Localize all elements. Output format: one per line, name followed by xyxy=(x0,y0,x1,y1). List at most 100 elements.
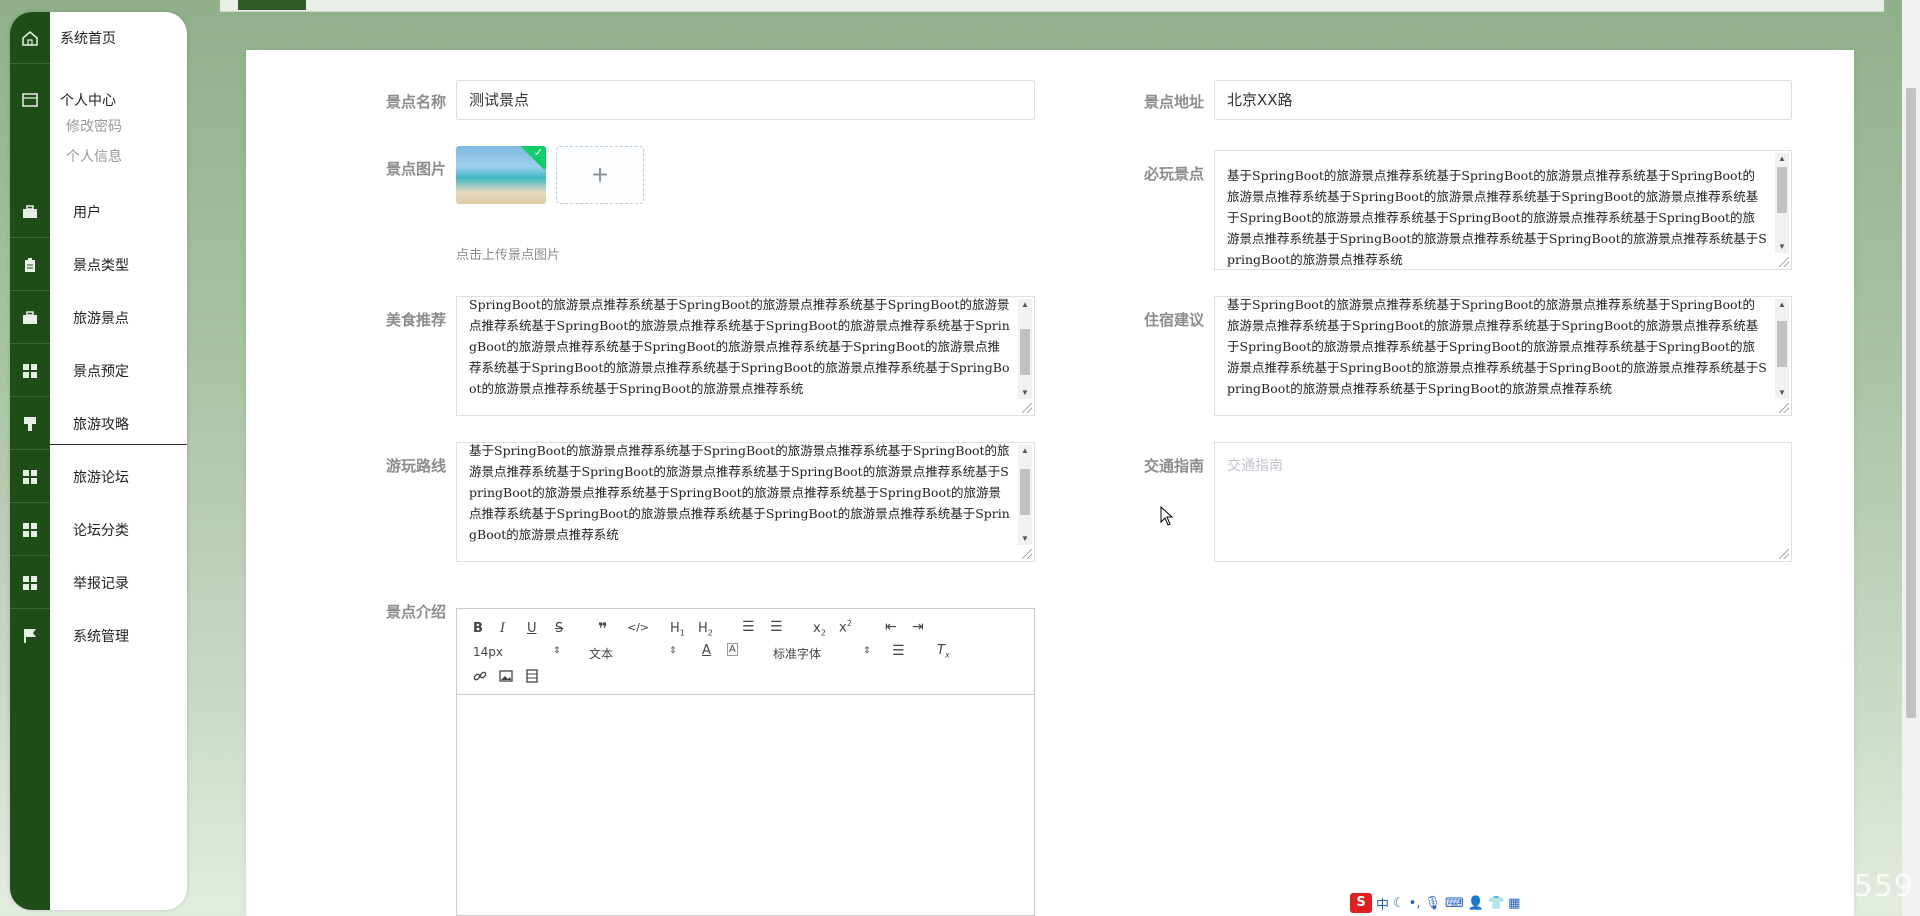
rich-text-editor[interactable]: B I U S ❞ </> H1 H2 ☰ ☰ x2 x2 ⇤ ⇥ 14px ⇕… xyxy=(456,608,1035,916)
heading1-button[interactable]: H1 xyxy=(670,621,685,638)
resize-handle[interactable] xyxy=(1779,549,1789,559)
route-textarea[interactable]: 基于SpringBoot的旅游景点推荐系统基于SpringBoot的旅游景点推荐… xyxy=(456,442,1035,562)
punctuation-icon[interactable]: •, xyxy=(1409,896,1421,911)
grid-icon xyxy=(10,504,50,556)
sidebar-item-label: 系统首页 xyxy=(60,31,116,47)
sidebar-item-reports[interactable]: 举报记录 xyxy=(10,557,187,609)
superscript-button[interactable]: x2 xyxy=(839,619,852,635)
select-arrows-icon: ⇕ xyxy=(553,646,561,656)
shirt-icon[interactable]: 👕 xyxy=(1488,896,1504,911)
keyboard-icon[interactable]: ⌨ xyxy=(1445,896,1464,911)
grid-icon xyxy=(10,451,50,503)
align-icon[interactable]: ☰ xyxy=(892,643,905,659)
food-text: SpringBoot的旅游景点推荐系统基于SpringBoot的旅游景点推荐系统… xyxy=(469,297,1010,396)
ime-mode[interactable]: 中 xyxy=(1376,894,1389,913)
text-style-select[interactable]: 文本 ⇕ xyxy=(589,645,679,661)
ordered-list-icon[interactable]: ☰ xyxy=(742,619,755,635)
traffic-textarea[interactable]: 交通指南 xyxy=(1214,442,1792,562)
sidebar-item-label: 景点类型 xyxy=(73,258,129,274)
blockquote-icon[interactable]: ❞ xyxy=(598,619,607,638)
grid-icon xyxy=(10,345,50,397)
page-scrollbar[interactable] xyxy=(1902,0,1920,916)
page-scrollbar-thumb[interactable] xyxy=(1906,88,1916,718)
image-upload-button[interactable]: + xyxy=(556,146,644,204)
scenic-name-label: 景点名称 xyxy=(385,93,446,111)
sidebar-divider xyxy=(50,444,187,445)
text-style-value: 文本 xyxy=(589,647,614,661)
outdent-icon[interactable]: ⇤ xyxy=(885,619,897,635)
sidebar-item-forum-categories[interactable]: 论坛分类 xyxy=(10,504,187,556)
check-icon: ✓ xyxy=(533,147,543,159)
code-block-icon[interactable]: </> xyxy=(627,621,649,634)
underline-button[interactable]: U xyxy=(527,621,537,636)
italic-button[interactable]: I xyxy=(500,621,505,636)
route-label: 游玩路线 xyxy=(385,457,446,475)
heading2-button[interactable]: H2 xyxy=(698,621,713,638)
clear-format-icon[interactable]: Tx xyxy=(937,643,950,660)
background-color-button[interactable]: A xyxy=(727,643,738,656)
scenic-address-label: 景点地址 xyxy=(1143,93,1204,111)
textarea-scrollbar[interactable]: ▲ ▼ xyxy=(1018,299,1032,399)
resize-handle[interactable] xyxy=(1779,257,1789,267)
sidebar-item-forum[interactable]: 旅游论坛 xyxy=(10,451,187,503)
bullet-list-icon[interactable]: ☰ xyxy=(770,619,783,635)
briefcase-icon xyxy=(10,186,50,238)
resize-handle[interactable] xyxy=(1022,549,1032,559)
top-tab-strip xyxy=(220,0,1884,12)
sidebar-item-label: 旅游攻略 xyxy=(73,417,129,433)
editor-content-area[interactable] xyxy=(457,695,1034,916)
resize-handle[interactable] xyxy=(1779,403,1789,413)
lodging-textarea[interactable]: 基于SpringBoot的旅游景点推荐系统基于SpringBoot的旅游景点推荐… xyxy=(1214,296,1792,416)
scenic-image-thumbnail[interactable]: ✓ xyxy=(456,146,546,204)
intro-label: 景点介绍 xyxy=(385,603,446,621)
bold-button[interactable]: B xyxy=(473,621,483,636)
sidebar-item-guides[interactable]: 旅游攻略 xyxy=(10,398,187,450)
sidebar: 系统首页 个人中心 修改密码 个人信息 用户 景点类型 旅游景点 景点预定 旅游… xyxy=(10,12,187,910)
pin-icon xyxy=(10,398,50,450)
traffic-placeholder: 交通指南 xyxy=(1227,458,1283,474)
indent-icon[interactable]: ⇥ xyxy=(912,619,924,635)
sidebar-item-label: 旅游景点 xyxy=(73,311,129,327)
traffic-label: 交通指南 xyxy=(1143,457,1204,475)
scenic-address-input[interactable]: 北京XX路 xyxy=(1214,80,1792,120)
textarea-scrollbar[interactable]: ▲ ▼ xyxy=(1018,445,1032,545)
sidebar-item-system-management[interactable]: 系统管理 xyxy=(10,610,187,662)
sidebar-item-label: 论坛分类 xyxy=(73,523,129,539)
sidebar-item-label: 旅游论坛 xyxy=(73,470,129,486)
must-see-textarea[interactable]: 基于SpringBoot的旅游景点推荐系统基于SpringBoot的旅游景点推荐… xyxy=(1214,150,1792,270)
ime-toolbar[interactable]: S 中 ☾ •, 🎙 ⌨ 👤 👕 ▦ xyxy=(1350,893,1520,913)
textarea-scrollbar[interactable]: ▲ ▼ xyxy=(1775,153,1789,253)
sidebar-item-booking[interactable]: 景点预定 xyxy=(10,345,187,397)
food-textarea[interactable]: SpringBoot的旅游景点推荐系统基于SpringBoot的旅游景点推荐系统… xyxy=(456,296,1035,416)
font-size-select[interactable]: 14px ⇕ xyxy=(473,645,563,661)
active-tab-indicator xyxy=(238,0,306,10)
food-label: 美食推荐 xyxy=(385,311,446,329)
user-icon[interactable]: 👤 xyxy=(1468,896,1484,911)
flag-icon xyxy=(10,610,50,662)
sidebar-subitem-change-password[interactable]: 修改密码 xyxy=(66,116,122,136)
resize-handle[interactable] xyxy=(1022,403,1032,413)
sidebar-subitem-personal-info[interactable]: 个人信息 xyxy=(66,146,122,166)
subscript-button[interactable]: x2 xyxy=(813,621,826,638)
sidebar-item-label: 个人中心 xyxy=(60,93,116,109)
moon-icon[interactable]: ☾ xyxy=(1393,896,1405,911)
link-icon[interactable] xyxy=(473,669,487,683)
plus-icon: + xyxy=(591,159,609,190)
font-family-select[interactable]: 标准字体 ⇕ xyxy=(773,645,873,661)
sidebar-item-home[interactable]: 系统首页 xyxy=(10,12,187,64)
textarea-scrollbar[interactable]: ▲ ▼ xyxy=(1775,299,1789,399)
microphone-icon[interactable]: 🎙 xyxy=(1424,896,1441,911)
sidebar-item-scenic-spots[interactable]: 旅游景点 xyxy=(10,292,187,344)
strike-button[interactable]: S xyxy=(555,621,563,636)
scenic-name-input[interactable]: 测试景点 xyxy=(456,80,1035,120)
image-upload-hint: 点击上传景点图片 xyxy=(456,248,561,263)
video-icon[interactable] xyxy=(525,669,539,683)
font-color-button[interactable]: A xyxy=(702,643,711,658)
sidebar-item-label: 用户 xyxy=(73,205,101,221)
mouse-cursor-icon xyxy=(1160,506,1174,526)
sidebar-item-users[interactable]: 用户 xyxy=(10,186,187,238)
home-icon xyxy=(10,12,50,64)
scenic-image-label: 景点图片 xyxy=(385,160,446,178)
sidebar-item-scenic-types[interactable]: 景点类型 xyxy=(10,239,187,291)
image-icon[interactable] xyxy=(499,669,513,683)
